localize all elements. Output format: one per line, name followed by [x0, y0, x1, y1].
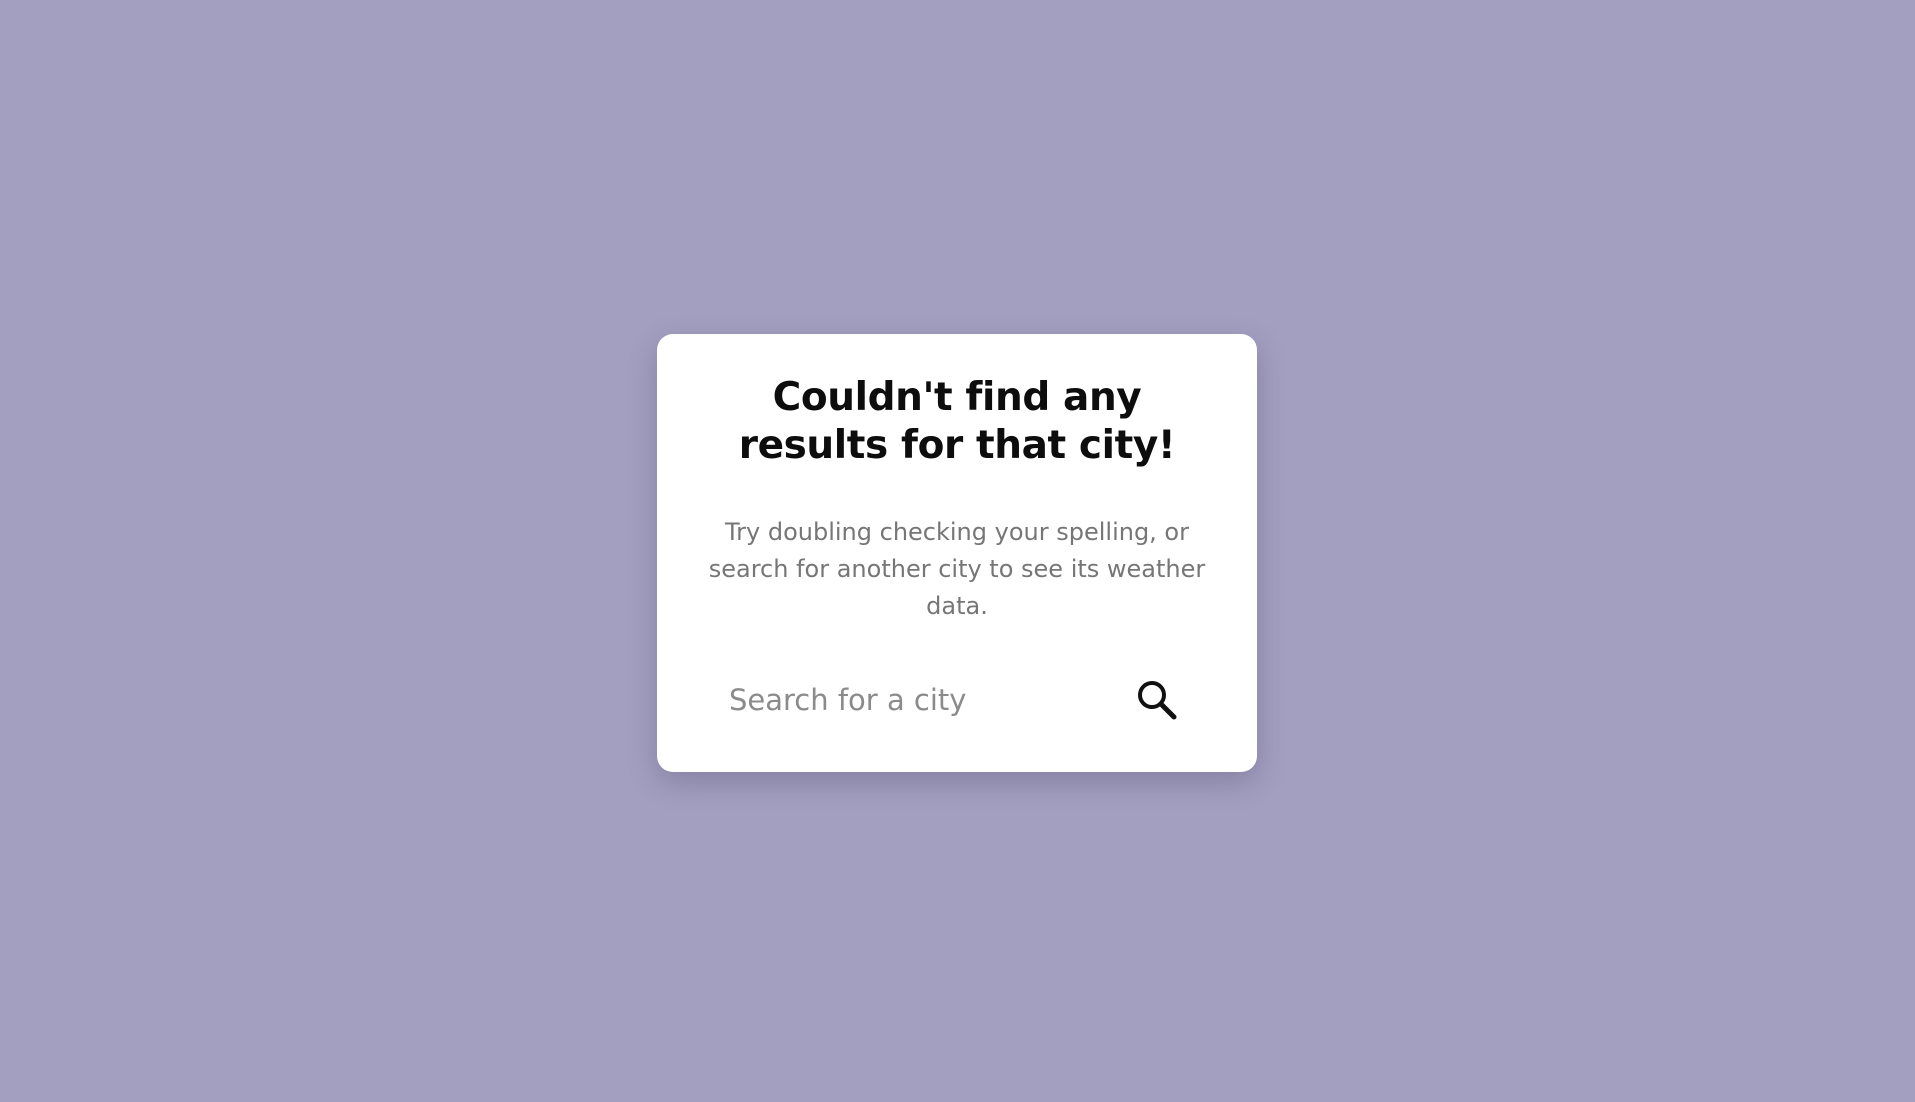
search-input[interactable] — [729, 675, 1099, 725]
page: Couldn't find any results for that city!… — [0, 0, 1915, 1102]
search-icon — [1135, 678, 1179, 722]
error-title: Couldn't find any results for that city! — [738, 375, 1176, 468]
no-results-card: Couldn't find any results for that city!… — [657, 334, 1257, 772]
error-message: Try doubling checking your spelling, or … — [708, 518, 1206, 620]
search-button[interactable] — [1129, 672, 1185, 728]
search-bar — [729, 668, 1185, 732]
